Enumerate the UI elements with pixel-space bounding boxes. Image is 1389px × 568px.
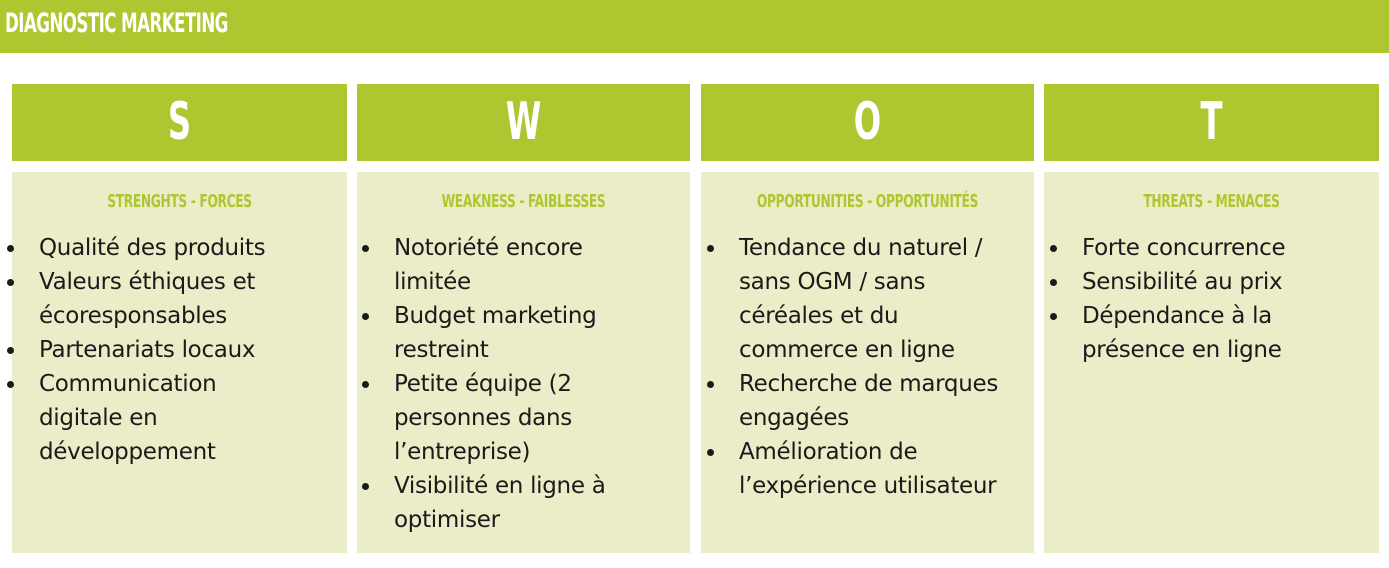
list-item: Recherche de marques engagées <box>704 367 1019 435</box>
item-list: Notoriété encore limitée Budget marketin… <box>359 231 621 537</box>
letter-box: T <box>1044 84 1379 161</box>
letter-box: S <box>12 84 347 161</box>
column-heading: THREATS - MENACES <box>1143 191 1280 212</box>
item-list: Tendance du naturel / sans OGM / sans cé… <box>704 231 1019 503</box>
title-bar: DIAGNOSTIC MARKETING <box>0 0 1389 53</box>
list-item: Valeurs éthiques et écoresponsables <box>4 265 294 333</box>
list-item: Communication digitale en développement <box>4 367 294 469</box>
list-item: Visibilité en ligne à optimiser <box>359 469 621 537</box>
column-heading: OPPORTUNITIES - OPPORTUNITÉS <box>756 191 979 212</box>
swot-letter: T <box>1200 92 1223 152</box>
content-panel: THREATS - MENACES Forte concurrence Sens… <box>1044 172 1379 553</box>
item-list: Forte concurrence Sensibilité au prix Dé… <box>1047 231 1337 367</box>
list-item: Dépendance à la présence en ligne <box>1047 299 1337 367</box>
list-item: Amélioration de l’expérience utilisateur <box>704 435 1019 503</box>
page-title: DIAGNOSTIC MARKETING <box>5 8 228 39</box>
column-heading: STRENGHTS - FORCES <box>107 191 252 212</box>
list-item: Qualité des produits <box>4 231 294 265</box>
column-heading: WEAKNESS - FAIBLESSES <box>441 191 606 212</box>
swot-letter: O <box>853 92 882 152</box>
item-list: Qualité des produits Valeurs éthiques et… <box>4 231 294 469</box>
list-item: Partenariats locaux <box>4 333 294 367</box>
swot-letter: S <box>167 92 192 152</box>
list-item: Sensibilité au prix <box>1047 265 1337 299</box>
letter-box: W <box>357 84 690 161</box>
content-panel: STRENGHTS - FORCES Qualité des produits … <box>7 172 347 553</box>
list-item: Petite équipe (2 personnes dans l’entrep… <box>359 367 621 469</box>
content-panel: OPPORTUNITIES - OPPORTUNITÉS Tendance du… <box>701 172 1034 553</box>
list-item: Forte concurrence <box>1047 231 1337 265</box>
letter-box: O <box>701 84 1034 161</box>
list-item: Notoriété encore limitée <box>359 231 621 299</box>
content-panel: WEAKNESS - FAIBLESSES Notoriété encore l… <box>357 172 690 553</box>
list-item: Tendance du naturel / sans OGM / sans cé… <box>704 231 1019 367</box>
list-item: Budget marketing restreint <box>359 299 621 367</box>
swot-letter: W <box>505 92 542 152</box>
